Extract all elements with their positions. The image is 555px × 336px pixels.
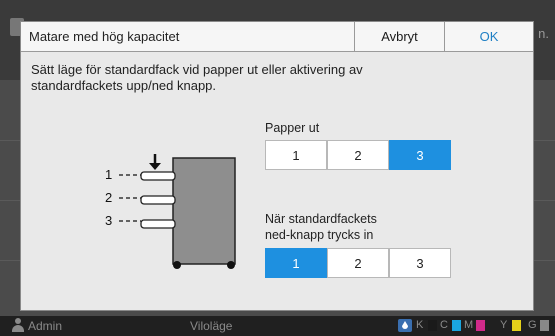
down-button-option-2[interactable]: 2 — [327, 248, 389, 278]
screen: n. Admin Viloläge K C M Y G Matare med h… — [0, 0, 555, 336]
tray-number-3: 3 — [105, 213, 113, 228]
paper-out-label: Papper ut — [265, 121, 320, 135]
ink-label-k: K — [416, 319, 424, 331]
cancel-button[interactable]: Avbryt — [354, 22, 444, 51]
status-user[interactable]: Admin — [28, 319, 62, 333]
down-button-label-line1: När standardfackets — [265, 212, 377, 226]
tray-number-1: 1 — [105, 167, 113, 182]
ink-level-c — [452, 320, 461, 331]
paper-out-selector: 1 2 3 — [265, 140, 451, 170]
high-capacity-feeder-dialog: Matare med hög kapacitet Avbryt OK Sätt … — [20, 21, 534, 311]
dialog-body: Sätt läge för standardfack vid papper ut… — [21, 52, 533, 310]
tray-3 — [140, 219, 176, 229]
ink-label-y: Y — [500, 319, 508, 331]
ink-label-c: C — [440, 319, 448, 331]
feeder-cabinet — [172, 157, 236, 265]
tray-2 — [140, 195, 176, 205]
paper-out-option-2[interactable]: 2 — [327, 140, 389, 170]
dialog-title: Matare med hög kapacitet — [29, 29, 180, 44]
ink-level-m — [476, 320, 485, 331]
down-button-selector: 1 2 3 — [265, 248, 451, 278]
dialog-description: Sätt läge för standardfack vid papper ut… — [31, 62, 363, 93]
ink-level-y — [512, 320, 521, 331]
status-mode: Viloläge — [190, 319, 233, 333]
paper-out-option-1[interactable]: 1 — [265, 140, 327, 170]
ink-level-g — [540, 320, 549, 331]
tray-1 — [140, 171, 176, 181]
ink-level-k — [428, 320, 437, 331]
status-bar: Admin Viloläge K C M Y G — [0, 316, 555, 336]
down-button-option-1[interactable]: 1 — [265, 248, 327, 278]
wheel — [173, 261, 181, 269]
wheel — [227, 261, 235, 269]
user-icon — [12, 318, 24, 332]
down-button-option-3[interactable]: 3 — [389, 248, 451, 278]
ink-label-m: M — [464, 319, 474, 331]
paper-out-arrow-icon — [149, 154, 161, 170]
down-button-label-line2: ned-knapp trycks in — [265, 228, 374, 242]
ink-drop-icon — [398, 319, 412, 332]
paper-out-option-3[interactable]: 3 — [389, 140, 451, 170]
ok-button[interactable]: OK — [444, 22, 533, 51]
background-header-text: n. — [538, 26, 549, 41]
ink-label-g: G — [528, 319, 537, 331]
tray-number-2: 2 — [105, 190, 113, 205]
dialog-titlebar: Matare med hög kapacitet Avbryt OK — [21, 22, 533, 52]
